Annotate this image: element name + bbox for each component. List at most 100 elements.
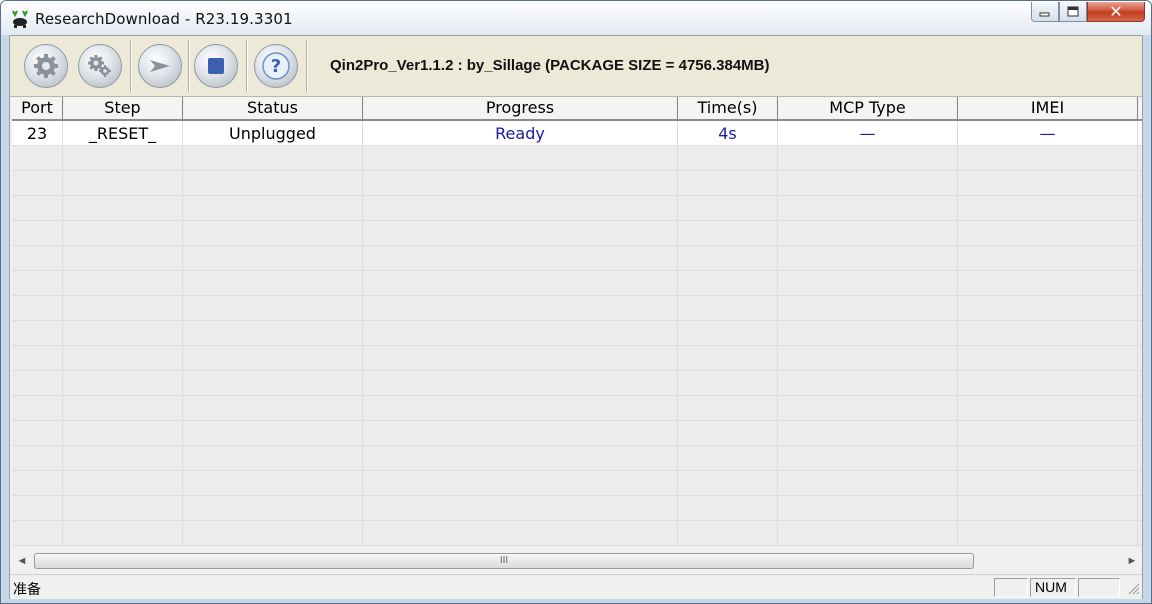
empty-cell [183,396,363,420]
empty-cell [778,246,958,270]
column-header-time[interactable]: Time(s) [678,97,778,119]
empty-cell [678,196,778,220]
empty-cell [958,171,1138,195]
empty-cell [12,271,63,295]
empty-row [12,371,1142,396]
empty-cell [363,196,678,220]
resize-grip-icon[interactable] [1126,581,1140,595]
minimize-button[interactable] [1031,2,1059,22]
empty-cell [63,221,183,245]
close-button[interactable]: ✕ [1087,2,1145,22]
scroll-left-arrow[interactable]: ◄ [14,553,30,569]
scroll-thumb[interactable]: III [34,553,974,569]
empty-row [12,446,1142,471]
empty-cell [12,246,63,270]
empty-row [12,271,1142,296]
empty-cell [63,346,183,370]
empty-cell [12,146,63,170]
empty-cell [363,446,678,470]
empty-cell [12,521,63,545]
empty-cell [778,346,958,370]
empty-cell [183,321,363,345]
empty-cell [678,221,778,245]
empty-cell [12,421,63,445]
empty-cell [363,471,678,495]
scroll-right-arrow[interactable]: ► [1124,553,1140,569]
device-grid: Port Step Status Progress Time(s) MCP Ty… [12,97,1142,547]
cell-imei: — [958,121,1138,145]
column-header-progress[interactable]: Progress [363,97,678,119]
empty-cell [183,521,363,545]
title-bar[interactable]: ResearchDownload - R23.19.3301 ✕ [1,1,1151,35]
empty-cell [183,196,363,220]
empty-row [12,521,1142,546]
empty-cell [778,171,958,195]
column-header-port[interactable]: Port [12,97,63,119]
settings-button[interactable] [78,44,122,88]
empty-cell [363,171,678,195]
empty-cell [363,496,678,520]
load-packet-button[interactable] [24,44,68,88]
maximize-button[interactable] [1059,2,1087,22]
empty-cell [12,346,63,370]
empty-cell [678,496,778,520]
client-area: ? Qin2Pro_Ver1.1.2 : by_Sillage (PACKAGE… [9,35,1143,599]
minimize-icon [1039,12,1050,16]
empty-cell [63,321,183,345]
empty-row [12,221,1142,246]
empty-cell [678,446,778,470]
arrow-right-icon [150,60,170,72]
empty-cell [678,246,778,270]
help-button[interactable]: ? [254,44,298,88]
empty-cell [678,271,778,295]
start-download-button[interactable] [138,44,182,88]
empty-row [12,296,1142,321]
empty-cell [183,271,363,295]
empty-cell [778,421,958,445]
horizontal-scrollbar[interactable]: ◄ III ► [12,550,1142,572]
column-header-imei[interactable]: IMEI [958,97,1138,119]
window-controls: ✕ [1031,2,1145,24]
empty-cell [63,446,183,470]
empty-cell [678,321,778,345]
empty-cell [63,496,183,520]
empty-cell [678,146,778,170]
empty-cell [63,296,183,320]
window-title: ResearchDownload - R23.19.3301 [35,10,293,28]
empty-cell [183,471,363,495]
empty-cell [183,221,363,245]
column-header-status[interactable]: Status [183,97,363,119]
cell-step: _RESET_ [63,121,183,145]
table-row[interactable]: 23 _RESET_ Unplugged Ready 4s — — [12,121,1142,146]
empty-cell [12,496,63,520]
empty-cell [183,371,363,395]
empty-cell [958,446,1138,470]
gears-icon [88,55,111,77]
empty-cell [183,246,363,270]
empty-cell [63,246,183,270]
empty-cell [12,446,63,470]
empty-cell [183,496,363,520]
column-header-step[interactable]: Step [63,97,183,119]
empty-row [12,321,1142,346]
column-header-mcp-type[interactable]: MCP Type [778,97,958,119]
empty-cell [958,421,1138,445]
empty-cell [183,446,363,470]
empty-cell [678,471,778,495]
maximize-icon [1067,6,1079,16]
toolbar-separator [188,40,190,92]
cell-status: Unplugged [183,121,363,145]
empty-cell [778,146,958,170]
empty-cell [12,321,63,345]
stop-download-button[interactable] [194,44,238,88]
empty-cell [678,371,778,395]
empty-cell [183,296,363,320]
empty-cell [678,346,778,370]
empty-cell [12,396,63,420]
toolbar-separator [246,40,248,92]
package-info: Qin2Pro_Ver1.1.2 : by_Sillage (PACKAGE S… [330,57,770,74]
empty-row [12,346,1142,371]
empty-cell [778,196,958,220]
empty-cell [958,471,1138,495]
empty-cell [63,146,183,170]
